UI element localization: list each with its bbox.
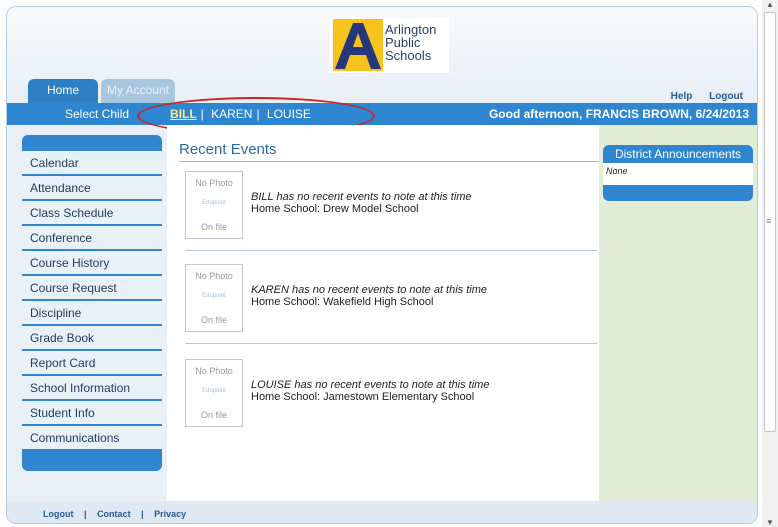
portal-frame: Arlington Public Schools Home My Account… xyxy=(6,6,758,524)
announcements-title: District Announcements xyxy=(614,147,742,161)
top-links: Help Logout xyxy=(657,91,743,102)
home-school: Home School: Wakefield High School xyxy=(251,296,434,308)
scroll-up-arrow-icon[interactable]: ▲ xyxy=(766,0,774,9)
home-school: Home School: Jamestown Elementary School xyxy=(251,391,475,403)
tab-my-account[interactable]: My Account xyxy=(101,79,175,103)
sidebar-item-course-request[interactable]: Course Request xyxy=(22,276,162,300)
event-text: LOUISE has no recent events to note at t… xyxy=(251,379,489,403)
select-child-label: Select Child xyxy=(65,107,130,121)
event-text: KAREN has no recent events to note at th… xyxy=(251,284,487,308)
edupoint-mark: Edupoint xyxy=(202,388,226,394)
event-divider xyxy=(185,250,597,251)
footer-separator: | xyxy=(141,509,144,519)
logo-text: Arlington Public Schools xyxy=(385,23,436,62)
no-photo-text: No Photo xyxy=(195,178,233,188)
on-file-text: On file xyxy=(200,315,227,325)
sidebar-item-report-card[interactable]: Report Card xyxy=(22,351,162,375)
event-item-louise: No Photo Edupoint On file LOUISE has no … xyxy=(185,359,601,439)
scroll-grip-icon: ≡ xyxy=(766,216,772,226)
event-text: BILL has no recent events to note at thi… xyxy=(251,191,472,215)
footer-privacy-link[interactable]: Privacy xyxy=(154,509,186,519)
scroll-down-arrow-icon[interactable]: ▼ xyxy=(766,518,774,527)
logo-line-3: Schools xyxy=(385,48,432,63)
district-announcements: District Announcements None xyxy=(603,145,753,201)
home-school: Home School: Drew Model School xyxy=(251,203,419,215)
main-content: Recent Events No Photo Edupoint On file … xyxy=(167,125,599,501)
announcements-body: None xyxy=(603,163,753,185)
student-photo-placeholder: No Photo Edupoint On file xyxy=(185,264,243,332)
vertical-scrollbar[interactable]: ▲ ≡ ▼ xyxy=(762,0,778,527)
sidebar-item-class-schedule[interactable]: Class Schedule xyxy=(22,201,162,225)
sidebar-item-communications[interactable]: Communications xyxy=(22,426,162,450)
recent-events-title: Recent Events xyxy=(179,141,277,158)
on-file-text: On file xyxy=(200,222,227,232)
sidebar-item-course-history[interactable]: Course History xyxy=(22,251,162,275)
edupoint-mark: Edupoint xyxy=(202,293,226,299)
sidebar-item-discipline[interactable]: Discipline xyxy=(22,301,162,325)
edupoint-mark: Edupoint xyxy=(202,200,226,206)
child-select-bar: Select Child BILL | KAREN | LOUISE Good af… xyxy=(7,103,757,125)
event-message: BILL has no recent events to note at thi… xyxy=(251,191,472,203)
footer-logout-link[interactable]: Logout xyxy=(43,509,74,519)
sidebar-item-conference[interactable]: Conference xyxy=(22,226,162,250)
section-divider xyxy=(179,161,599,162)
school-logo: Arlington Public Schools xyxy=(329,17,449,73)
footer: Logout | Contact | Privacy xyxy=(7,501,757,523)
sidebar-item-school-information[interactable]: School Information xyxy=(22,376,162,400)
sidebar-nav: Calendar Attendance Class Schedule Confe… xyxy=(22,135,162,471)
student-photo-placeholder: No Photo Edupoint On file xyxy=(185,359,243,427)
sidebar-item-grade-book[interactable]: Grade Book xyxy=(22,326,162,350)
event-message: LOUISE has no recent events to note at t… xyxy=(251,379,490,391)
sidebar-item-calendar[interactable]: Calendar xyxy=(22,151,162,175)
footer-separator: | xyxy=(84,509,87,519)
greeting-text: Good afternoon, FRANCIS BROWN, 6/24/2013 xyxy=(488,107,749,121)
footer-contact-link[interactable]: Contact xyxy=(97,509,131,519)
page: Arlington Public Schools Home My Account… xyxy=(0,0,778,527)
sidebar-item-attendance[interactable]: Attendance xyxy=(22,176,162,200)
no-photo-text: No Photo xyxy=(195,366,233,376)
logo-a-icon xyxy=(333,19,383,71)
event-item-karen: No Photo Edupoint On file KAREN has no r… xyxy=(185,264,601,344)
logout-link[interactable]: Logout xyxy=(709,91,743,102)
footer-links: Logout | Contact | Privacy xyxy=(39,509,190,519)
event-divider xyxy=(185,343,597,344)
no-photo-text: No Photo xyxy=(195,271,233,281)
on-file-text: On file xyxy=(200,410,227,420)
event-message: KAREN has no recent events to note at th… xyxy=(251,284,488,296)
help-link[interactable]: Help xyxy=(671,91,693,102)
sidebar-item-student-info[interactable]: Student Info xyxy=(22,401,162,425)
student-photo-placeholder: No Photo Edupoint On file xyxy=(185,171,243,239)
event-item-bill: No Photo Edupoint On file BILL has no re… xyxy=(185,171,601,251)
tab-home[interactable]: Home xyxy=(28,79,98,103)
